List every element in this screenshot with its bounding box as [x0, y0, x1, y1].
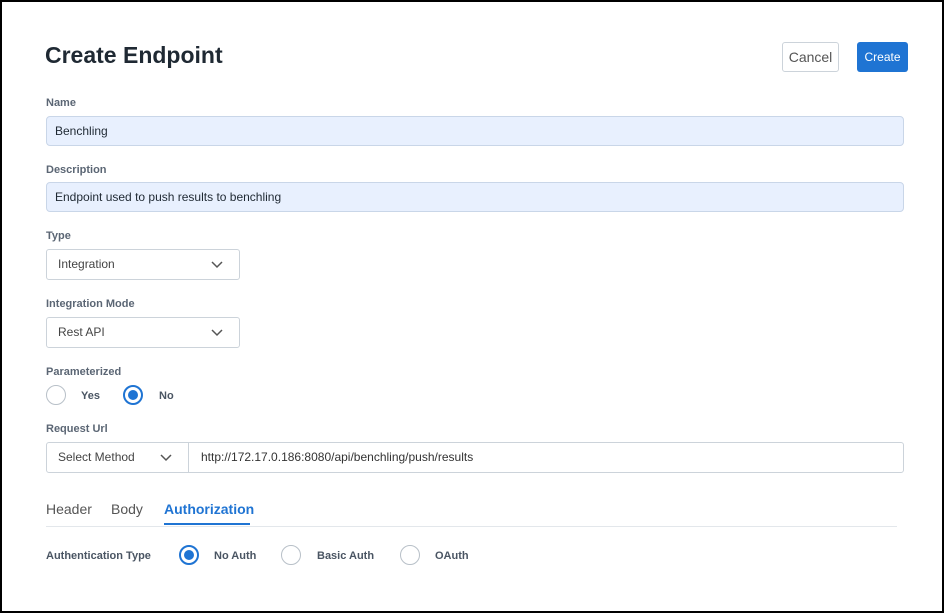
name-label: Name [46, 97, 76, 109]
parameterized-no-radio[interactable] [123, 385, 143, 405]
authentication-type-label: Authentication Type [46, 550, 151, 562]
create-button[interactable]: Create [857, 42, 908, 72]
type-select-value: Integration [58, 257, 115, 271]
integration-mode-select-value: Rest API [58, 325, 105, 339]
description-label: Description [46, 164, 107, 176]
tabs-divider [46, 526, 897, 527]
create-endpoint-panel: Create Endpoint Cancel Create Name Bench… [0, 0, 944, 613]
chevron-down-icon [160, 454, 172, 462]
name-field[interactable]: Benchling [46, 116, 904, 146]
parameterized-yes-label: Yes [81, 390, 100, 402]
auth-basic-auth-label: Basic Auth [317, 550, 375, 562]
method-select-placeholder: Select Method [58, 450, 135, 464]
parameterized-yes-radio[interactable] [46, 385, 66, 405]
parameterized-no-label: No [159, 390, 174, 402]
cancel-button[interactable]: Cancel [782, 42, 839, 72]
auth-no-auth-label: No Auth [214, 550, 257, 562]
tab-body[interactable]: Body [111, 501, 143, 517]
request-url-label: Request Url [46, 423, 108, 435]
request-url-input[interactable]: http://172.17.0.186:8080/api/benchling/p… [188, 442, 904, 473]
integration-mode-label: Integration Mode [46, 298, 135, 310]
auth-no-auth-radio[interactable] [179, 545, 199, 565]
type-label: Type [46, 230, 71, 242]
method-select[interactable]: Select Method [46, 442, 189, 473]
integration-mode-select[interactable]: Rest API [46, 317, 240, 348]
active-tab-indicator [164, 523, 250, 525]
auth-oauth-radio[interactable] [400, 545, 420, 565]
auth-oauth-label: OAuth [435, 550, 469, 562]
tab-header[interactable]: Header [46, 501, 92, 517]
chevron-down-icon [211, 329, 223, 337]
chevron-down-icon [211, 261, 223, 269]
tab-authorization[interactable]: Authorization [164, 501, 254, 517]
type-select[interactable]: Integration [46, 249, 240, 280]
auth-basic-auth-radio[interactable] [281, 545, 301, 565]
parameterized-label: Parameterized [46, 366, 122, 378]
description-field[interactable]: Endpoint used to push results to benchli… [46, 182, 904, 212]
page-title: Create Endpoint [45, 42, 223, 68]
